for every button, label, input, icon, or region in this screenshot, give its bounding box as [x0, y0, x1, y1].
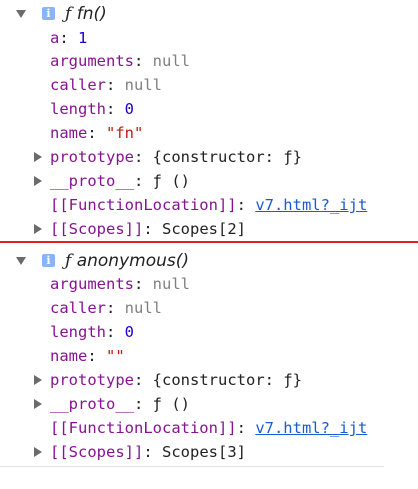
property-key: [[FunctionLocation]] — [50, 419, 237, 437]
property-value: ƒ () — [152, 172, 190, 190]
property-row: name: "" — [50, 347, 125, 365]
function-location-row: [[FunctionLocation]]: v7.html?_ijt — [50, 196, 368, 214]
property-value: Scopes[3] — [162, 443, 246, 461]
triangle-right-icon[interactable] — [34, 375, 42, 385]
function-name: anonymous() — [76, 251, 189, 271]
gray-divider — [0, 466, 384, 467]
property-value: null — [152, 52, 190, 70]
property-key: [[FunctionLocation]] — [50, 196, 237, 214]
property-value: 1 — [78, 29, 88, 47]
info-icon[interactable]: i — [42, 254, 55, 267]
triangle-right-icon[interactable] — [34, 152, 42, 162]
property-key: [[Scopes]] — [50, 220, 144, 238]
function-symbol: ƒ — [65, 4, 72, 24]
property-row: a: 1 — [50, 29, 88, 47]
property-value: "" — [106, 347, 125, 365]
property-key: name — [50, 347, 88, 365]
property-key: caller — [50, 299, 106, 317]
property-key: a — [50, 29, 60, 47]
property-key: [[Scopes]] — [50, 443, 144, 461]
property-value: ƒ () — [152, 395, 190, 413]
triangle-right-icon[interactable] — [34, 176, 42, 186]
function-symbol: ƒ — [65, 251, 72, 271]
property-key: prototype — [50, 148, 134, 166]
property-row: caller: null — [50, 299, 162, 317]
property-value: 0 — [124, 323, 135, 341]
property-key: __proto__ — [50, 395, 134, 413]
function-location-link[interactable]: v7.html?_ijt — [255, 419, 367, 437]
property-key: prototype — [50, 371, 134, 389]
property-key: __proto__ — [50, 172, 134, 190]
property-value: {constructor: ƒ} — [152, 371, 302, 389]
triangle-down-icon[interactable] — [16, 10, 26, 18]
triangle-right-icon[interactable] — [34, 447, 42, 457]
property-key: length — [50, 323, 106, 341]
function-location-link[interactable]: v7.html?_ijt — [255, 196, 367, 214]
property-value: Scopes[2] — [162, 220, 246, 238]
function-location-row: [[FunctionLocation]]: v7.html?_ijt — [50, 419, 368, 437]
property-value: "fn" — [106, 124, 144, 142]
property-row: caller: null — [50, 76, 162, 94]
triangle-down-icon[interactable] — [16, 257, 26, 265]
property-row: arguments: null — [50, 52, 190, 70]
property-row: length: 0 — [50, 100, 135, 118]
property-value: null — [124, 76, 162, 94]
property-key: name — [50, 124, 88, 142]
property-row: name: "fn" — [50, 124, 144, 142]
property-key: length — [50, 100, 106, 118]
property-value: 0 — [124, 100, 135, 118]
property-value: {constructor: ƒ} — [152, 148, 302, 166]
property-key: caller — [50, 76, 106, 94]
property-value: null — [124, 299, 162, 317]
property-key: arguments — [50, 52, 134, 70]
info-icon[interactable]: i — [42, 7, 55, 20]
function-name: fn() — [76, 4, 107, 24]
property-value: null — [152, 275, 190, 293]
triangle-right-icon[interactable] — [34, 224, 42, 234]
property-row: length: 0 — [50, 323, 135, 341]
property-key: arguments — [50, 275, 134, 293]
red-divider — [0, 241, 418, 243]
triangle-right-icon[interactable] — [34, 399, 42, 409]
property-row: arguments: null — [50, 275, 190, 293]
